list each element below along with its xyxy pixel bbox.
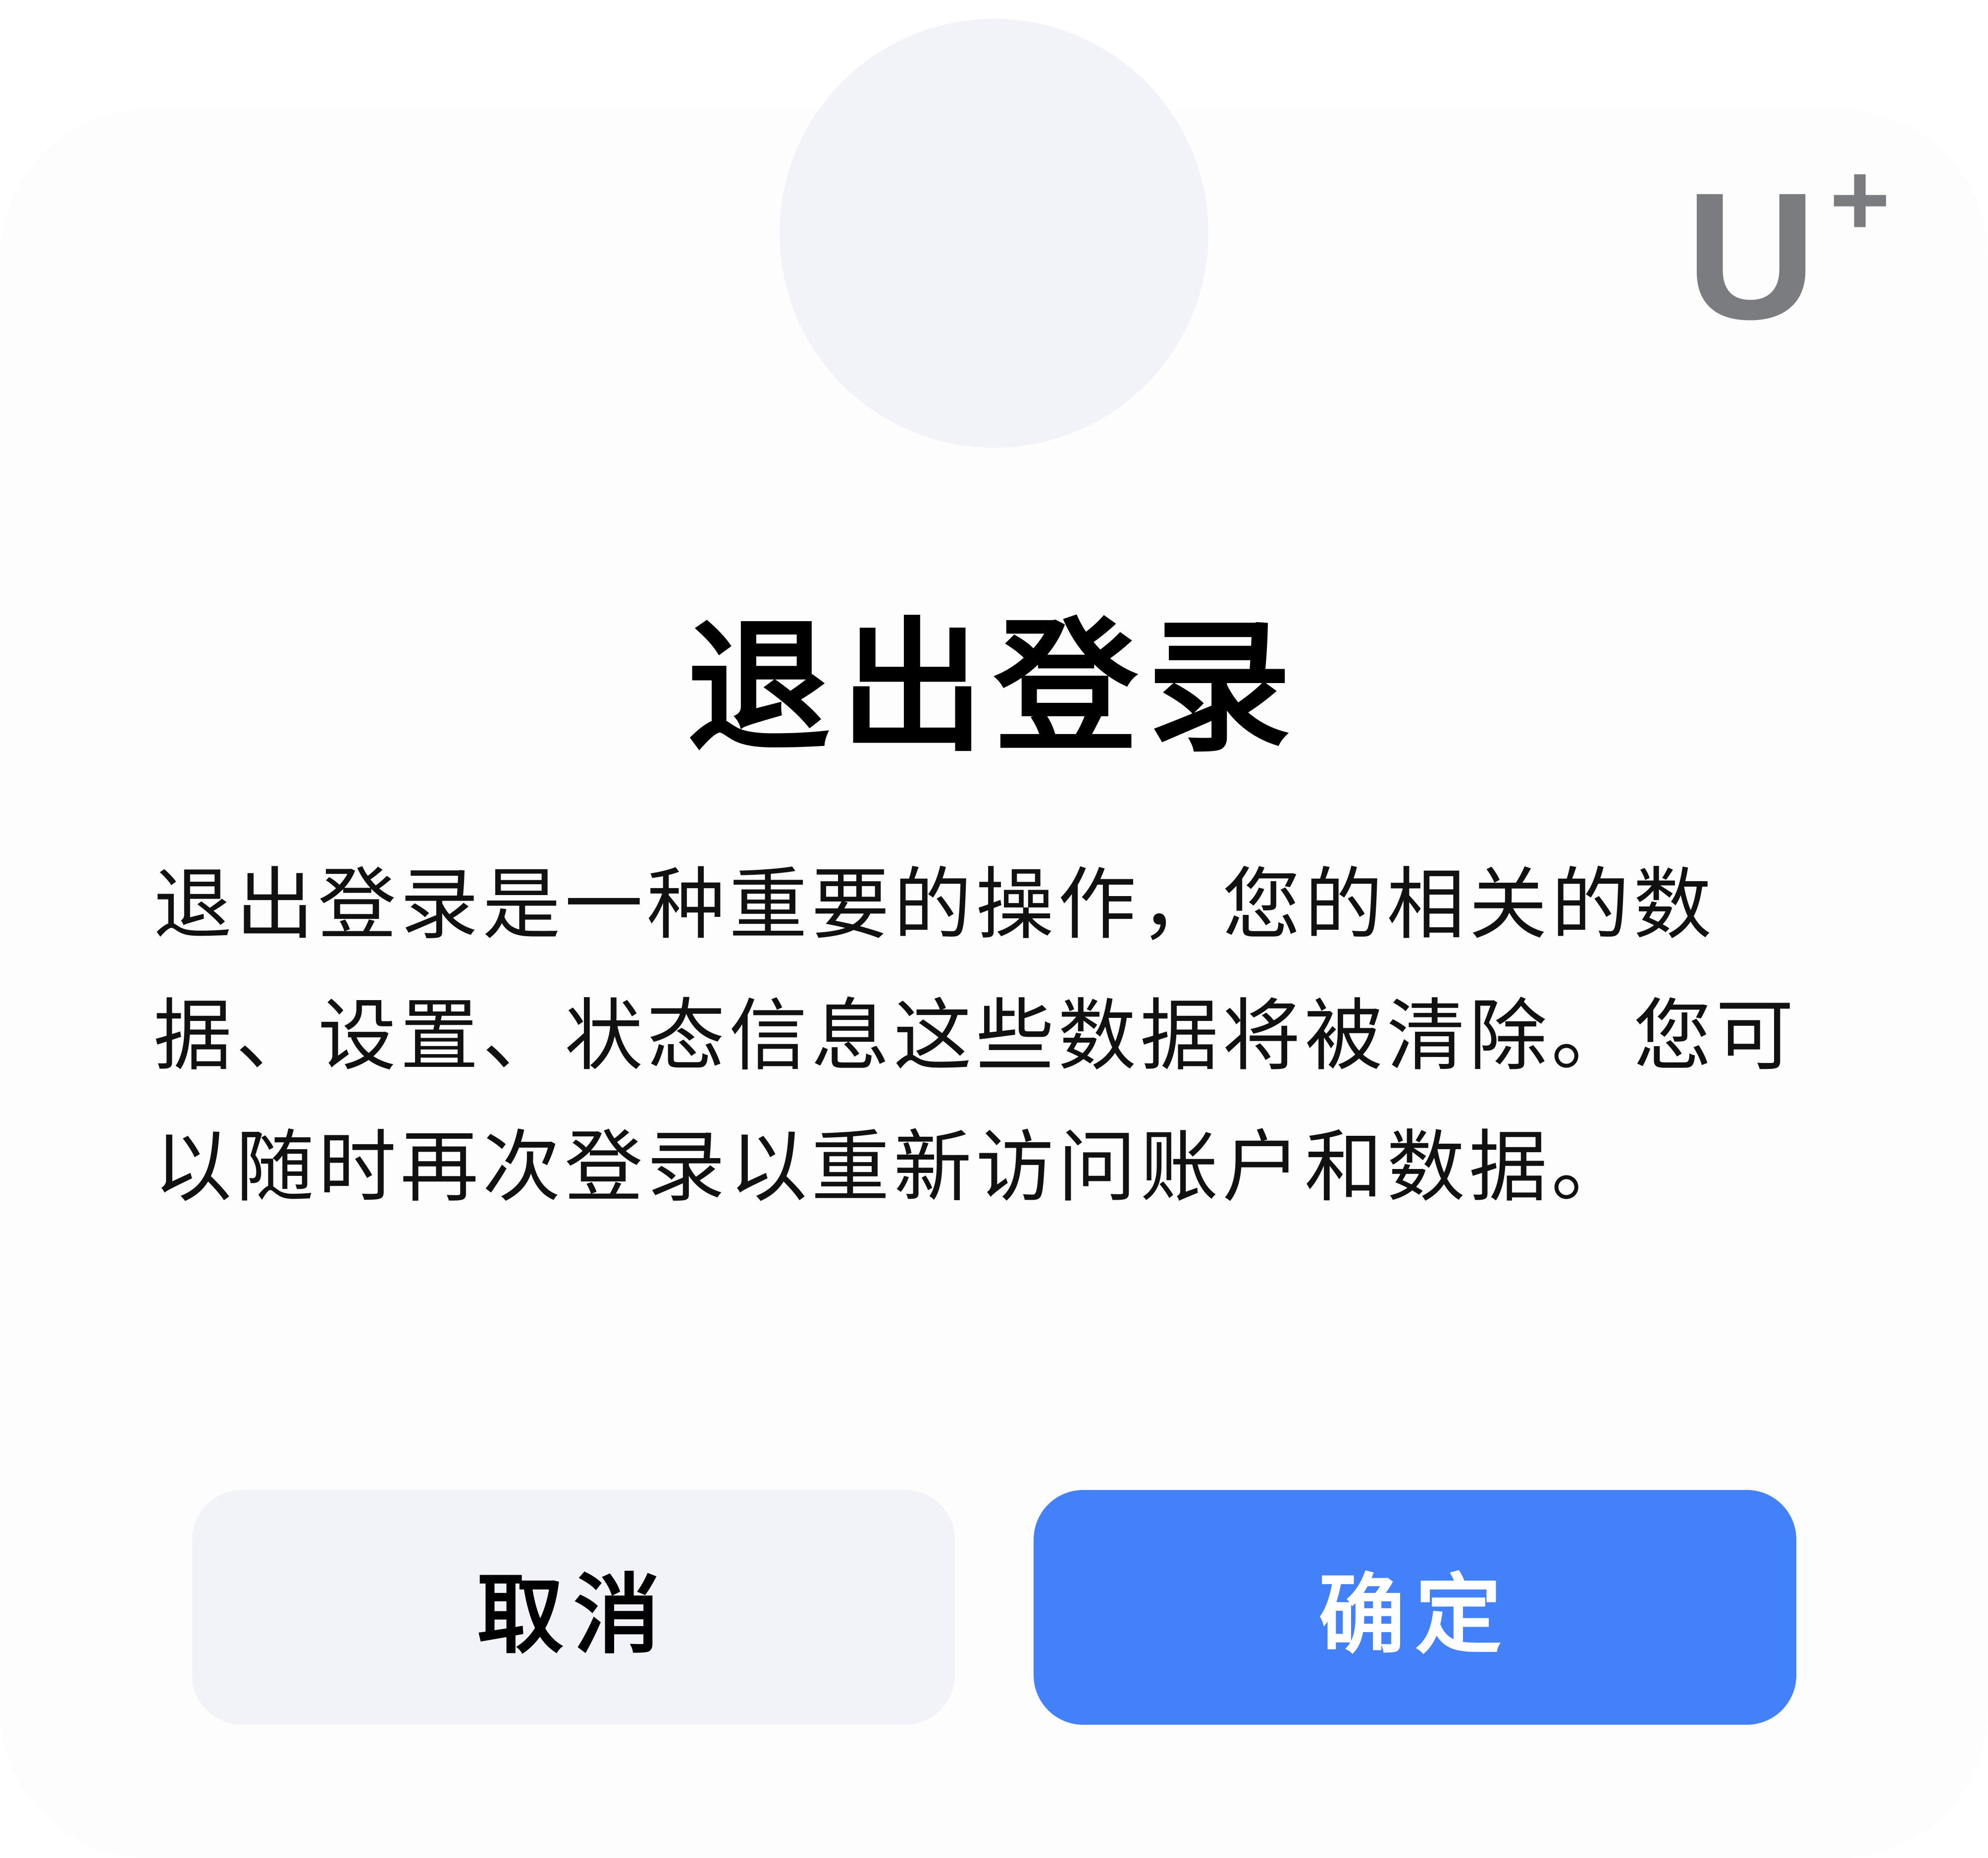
logo-letter: U bbox=[1686, 156, 1817, 357]
dialog-message: 退出登录是一种重要的操作，您的相关的数据、设置、状态信息这些数据将被清除。您可以… bbox=[154, 859, 1798, 1213]
logo-superscript: + bbox=[1830, 141, 1890, 258]
dialog-title: 退出登录 bbox=[687, 605, 1301, 772]
app-logo-avatar: U + bbox=[780, 19, 1890, 448]
cancel-button[interactable]: 取消 bbox=[192, 1490, 955, 1725]
confirm-button[interactable]: 确定 bbox=[1034, 1490, 1796, 1725]
